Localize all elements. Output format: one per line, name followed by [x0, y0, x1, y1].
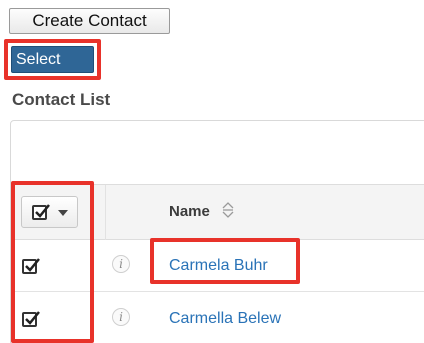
- column-divider: [105, 185, 106, 241]
- screen: Create Contact Select Contact List Name: [0, 0, 424, 343]
- checkbox-column-highlight-box: [11, 181, 94, 343]
- column-header-name[interactable]: Name: [169, 203, 210, 220]
- name-highlight-box: [150, 238, 300, 284]
- contact-name-link[interactable]: Carmella Belew: [169, 310, 281, 328]
- info-icon[interactable]: i: [112, 308, 130, 326]
- select-button[interactable]: Select: [11, 46, 94, 73]
- create-contact-button[interactable]: Create Contact: [9, 8, 170, 34]
- sort-icon[interactable]: [221, 200, 235, 220]
- info-icon[interactable]: i: [112, 255, 130, 273]
- list-title: Contact List: [12, 90, 111, 109]
